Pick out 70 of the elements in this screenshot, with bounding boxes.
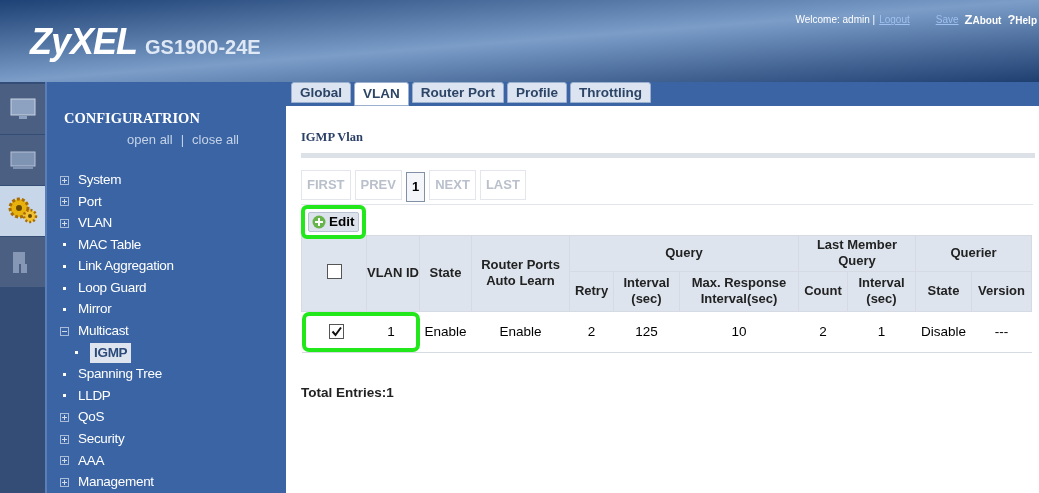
header-link[interactable]: ?Help bbox=[1007, 10, 1037, 30]
sidebar-item[interactable]: Loop Guard bbox=[78, 277, 147, 299]
tab[interactable]: Router Port bbox=[411, 82, 504, 103]
expand-icon[interactable] bbox=[60, 477, 69, 487]
column-header: Max. Response Interval(sec) bbox=[691, 275, 787, 307]
sidebar-item[interactable]: VLAN bbox=[78, 213, 113, 234]
tab[interactable]: Throttling bbox=[570, 82, 651, 103]
expand-icon[interactable] bbox=[60, 218, 69, 228]
select-all-checkbox[interactable] bbox=[326, 263, 342, 279]
sidebar-item[interactable]: Link Aggregation bbox=[78, 256, 174, 277]
column-header: Retry bbox=[574, 283, 609, 299]
screen-icon[interactable] bbox=[9, 149, 36, 171]
expand-icon[interactable] bbox=[60, 175, 69, 185]
open-all-link[interactable]: open all bbox=[127, 129, 173, 150]
pager-button[interactable]: 1 bbox=[405, 171, 426, 202]
expand-icon[interactable] bbox=[60, 197, 69, 207]
group-header: Querier bbox=[950, 245, 997, 261]
table-cell: Enable bbox=[424, 323, 467, 339]
monitor-icon[interactable] bbox=[9, 98, 36, 120]
link-separator: | bbox=[180, 130, 185, 149]
table-cell: 2 bbox=[819, 323, 827, 339]
expand-icon[interactable] bbox=[60, 434, 69, 444]
table-cell: Disable bbox=[921, 323, 966, 339]
table-cell: Enable bbox=[499, 323, 542, 339]
sidebar-item[interactable]: Security bbox=[78, 429, 125, 450]
column-header: Interval (sec) bbox=[623, 275, 670, 307]
row-checkbox[interactable] bbox=[328, 324, 344, 340]
sidebar-item[interactable]: QoS bbox=[78, 407, 105, 428]
sidebar-item[interactable]: MAC Table bbox=[78, 234, 142, 255]
sidebar-item[interactable]: Management bbox=[78, 472, 154, 493]
sidebar-item[interactable]: Mirror bbox=[78, 299, 112, 320]
sidebar-item[interactable]: Multicast bbox=[78, 321, 129, 342]
total-entries: Total Entries:1 bbox=[301, 383, 395, 402]
column-header: Interval (sec) bbox=[858, 275, 905, 307]
table-cell: 125 bbox=[635, 323, 658, 339]
sidebar-item[interactable]: AAA bbox=[78, 450, 105, 471]
tab[interactable]: Global bbox=[291, 82, 351, 103]
tab[interactable]: Profile bbox=[507, 82, 568, 103]
model-name: GS1900-24E bbox=[145, 35, 261, 60]
gears-icon[interactable] bbox=[7, 197, 38, 225]
sidebar-item[interactable]: Spanning Tree bbox=[78, 364, 162, 385]
sidebar-item[interactable]: IGMP bbox=[90, 342, 132, 363]
sidebar-title: CONFIGURATRION bbox=[64, 109, 201, 128]
group-header: Query bbox=[665, 245, 703, 261]
collapse-icon[interactable] bbox=[60, 326, 69, 336]
column-header: Router Ports Auto Learn bbox=[481, 257, 560, 289]
column-header: Count bbox=[804, 283, 842, 299]
table-cell-text: 1 bbox=[386, 322, 396, 341]
column-header: State bbox=[429, 265, 462, 281]
group-header: Last Member Query bbox=[816, 237, 898, 269]
table-cell: 1 bbox=[877, 323, 886, 339]
header-link[interactable]: ZAbout bbox=[964, 10, 1002, 30]
section-title: IGMP Vlan bbox=[301, 129, 364, 146]
table-cell: 10 bbox=[731, 323, 747, 339]
tab[interactable]: VLAN bbox=[354, 82, 409, 106]
column-header: Version bbox=[978, 283, 1025, 299]
table-cell: 2 bbox=[587, 323, 596, 339]
column-header: VLAN ID bbox=[367, 265, 419, 281]
welcome-text: Welcome: admin | bbox=[795, 13, 876, 28]
close-all-link[interactable]: close all bbox=[192, 129, 239, 150]
brand-logo: ZyXEL bbox=[30, 24, 138, 60]
edit-button[interactable]: Edit bbox=[308, 211, 359, 232]
column-header: State bbox=[927, 283, 960, 299]
expand-icon[interactable] bbox=[60, 413, 69, 423]
plus-icon bbox=[312, 214, 326, 229]
table-cell: --- bbox=[994, 323, 1009, 339]
sidebar-item[interactable]: Port bbox=[78, 191, 102, 212]
expand-icon[interactable] bbox=[60, 456, 69, 466]
sidebar-item[interactable]: LLDP bbox=[78, 385, 111, 407]
sidebar-item[interactable]: System bbox=[78, 169, 122, 191]
